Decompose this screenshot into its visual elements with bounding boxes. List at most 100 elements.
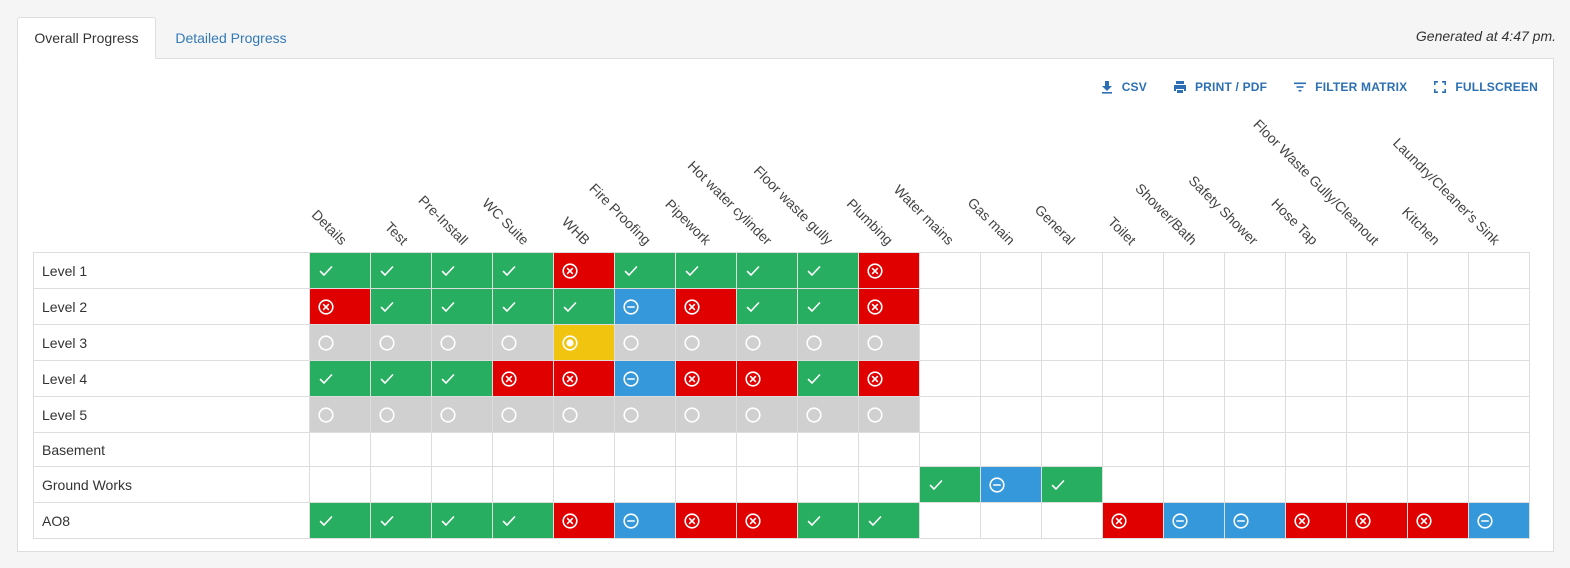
matrix-cell[interactable] (309, 324, 371, 361)
tab-detailed-progress[interactable]: Detailed Progress (156, 17, 306, 59)
matrix-cell (797, 432, 859, 467)
check-icon (807, 301, 821, 312)
matrix-cell[interactable] (370, 396, 432, 433)
matrix-cell[interactable] (1224, 502, 1286, 539)
matrix-cell[interactable] (614, 396, 676, 433)
minus-circle-icon (623, 370, 639, 387)
matrix-cell[interactable] (1102, 502, 1164, 539)
check-icon (563, 301, 577, 312)
matrix-cell (1041, 432, 1103, 467)
matrix-cell[interactable] (492, 324, 554, 361)
matrix-cell[interactable] (492, 252, 554, 289)
matrix-cell[interactable] (492, 288, 554, 325)
matrix-cell[interactable] (431, 396, 493, 433)
matrix-cell[interactable] (614, 324, 676, 361)
matrix-cell[interactable] (675, 396, 737, 433)
matrix-cell[interactable] (736, 360, 798, 397)
matrix-cell[interactable] (492, 396, 554, 433)
matrix-cell[interactable] (797, 360, 859, 397)
matrix-cell[interactable] (919, 466, 981, 503)
matrix-cell[interactable] (1468, 502, 1530, 539)
matrix-cell[interactable] (797, 288, 859, 325)
matrix-cell (1346, 288, 1408, 325)
tab-overall-progress[interactable]: Overall Progress (17, 17, 156, 59)
matrix-cell (1407, 396, 1469, 433)
radio-dot-icon (562, 334, 578, 351)
matrix-cell[interactable] (553, 324, 615, 361)
matrix-cell[interactable] (736, 288, 798, 325)
matrix-cell[interactable] (736, 502, 798, 539)
matrix-cell[interactable] (431, 324, 493, 361)
matrix-cell[interactable] (431, 502, 493, 539)
matrix-cell[interactable] (614, 360, 676, 397)
matrix-cell[interactable] (553, 502, 615, 539)
table-row: Level 4 (33, 360, 1530, 397)
matrix-cell[interactable] (309, 396, 371, 433)
matrix-cell[interactable] (858, 324, 920, 361)
matrix-cell[interactable] (736, 396, 798, 433)
matrix-cell[interactable] (858, 396, 920, 433)
matrix-cell (1224, 466, 1286, 503)
matrix-cell (1285, 288, 1347, 325)
matrix-cell[interactable] (675, 288, 737, 325)
matrix-cell[interactable] (1346, 502, 1408, 539)
check-icon (1051, 479, 1065, 490)
matrix-cell[interactable] (1163, 502, 1225, 539)
matrix-cell[interactable] (1407, 502, 1469, 539)
matrix-cell[interactable] (797, 252, 859, 289)
matrix-cell (1041, 288, 1103, 325)
matrix-cell[interactable] (614, 252, 676, 289)
minus-circle-icon (623, 298, 639, 315)
matrix-cell[interactable] (980, 466, 1042, 503)
matrix-cell (980, 360, 1042, 397)
matrix-cell (1102, 288, 1164, 325)
matrix-cell[interactable] (858, 360, 920, 397)
matrix-cell[interactable] (736, 324, 798, 361)
matrix-cell (919, 396, 981, 433)
row-label: Level 5 (33, 396, 310, 433)
matrix-cell[interactable] (370, 502, 432, 539)
matrix-cell (1468, 324, 1530, 361)
matrix-cell[interactable] (553, 360, 615, 397)
check-icon (380, 265, 394, 276)
matrix-cell[interactable] (614, 288, 676, 325)
matrix-cell[interactable] (309, 252, 371, 289)
matrix-cell[interactable] (1041, 466, 1103, 503)
matrix-cell[interactable] (370, 288, 432, 325)
matrix-cell[interactable] (431, 360, 493, 397)
matrix-cell[interactable] (1285, 502, 1347, 539)
matrix-cell[interactable] (797, 324, 859, 361)
matrix-cell (1041, 502, 1103, 539)
matrix-cell[interactable] (431, 288, 493, 325)
matrix-cell[interactable] (675, 502, 737, 539)
matrix-cell[interactable] (736, 252, 798, 289)
matrix-cell[interactable] (858, 252, 920, 289)
matrix-cell[interactable] (492, 360, 554, 397)
matrix-cell[interactable] (675, 324, 737, 361)
matrix-cell[interactable] (553, 252, 615, 289)
row-label: AO8 (33, 502, 310, 539)
matrix-cell[interactable] (309, 288, 371, 325)
matrix-cell[interactable] (797, 502, 859, 539)
matrix-cell[interactable] (858, 288, 920, 325)
csv-button[interactable]: CSV (1100, 80, 1147, 94)
matrix-cell[interactable] (431, 252, 493, 289)
matrix-cell[interactable] (370, 252, 432, 289)
matrix-cell[interactable] (553, 396, 615, 433)
matrix-cell[interactable] (797, 396, 859, 433)
matrix-cell[interactable] (370, 324, 432, 361)
print-pdf-button[interactable]: PRINT / PDF (1173, 80, 1267, 94)
matrix-cell[interactable] (370, 360, 432, 397)
fullscreen-button[interactable]: FULLSCREEN (1433, 80, 1538, 94)
matrix-cell[interactable] (309, 360, 371, 397)
matrix-cell[interactable] (675, 252, 737, 289)
matrix-cell[interactable] (675, 360, 737, 397)
matrix-cell (736, 432, 798, 467)
matrix-cell[interactable] (553, 288, 615, 325)
matrix-cell[interactable] (614, 502, 676, 539)
empty-circle-icon (501, 406, 517, 423)
matrix-cell[interactable] (492, 502, 554, 539)
filter-matrix-button[interactable]: FILTER MATRIX (1293, 80, 1407, 94)
matrix-cell[interactable] (309, 502, 371, 539)
matrix-cell[interactable] (858, 502, 920, 539)
